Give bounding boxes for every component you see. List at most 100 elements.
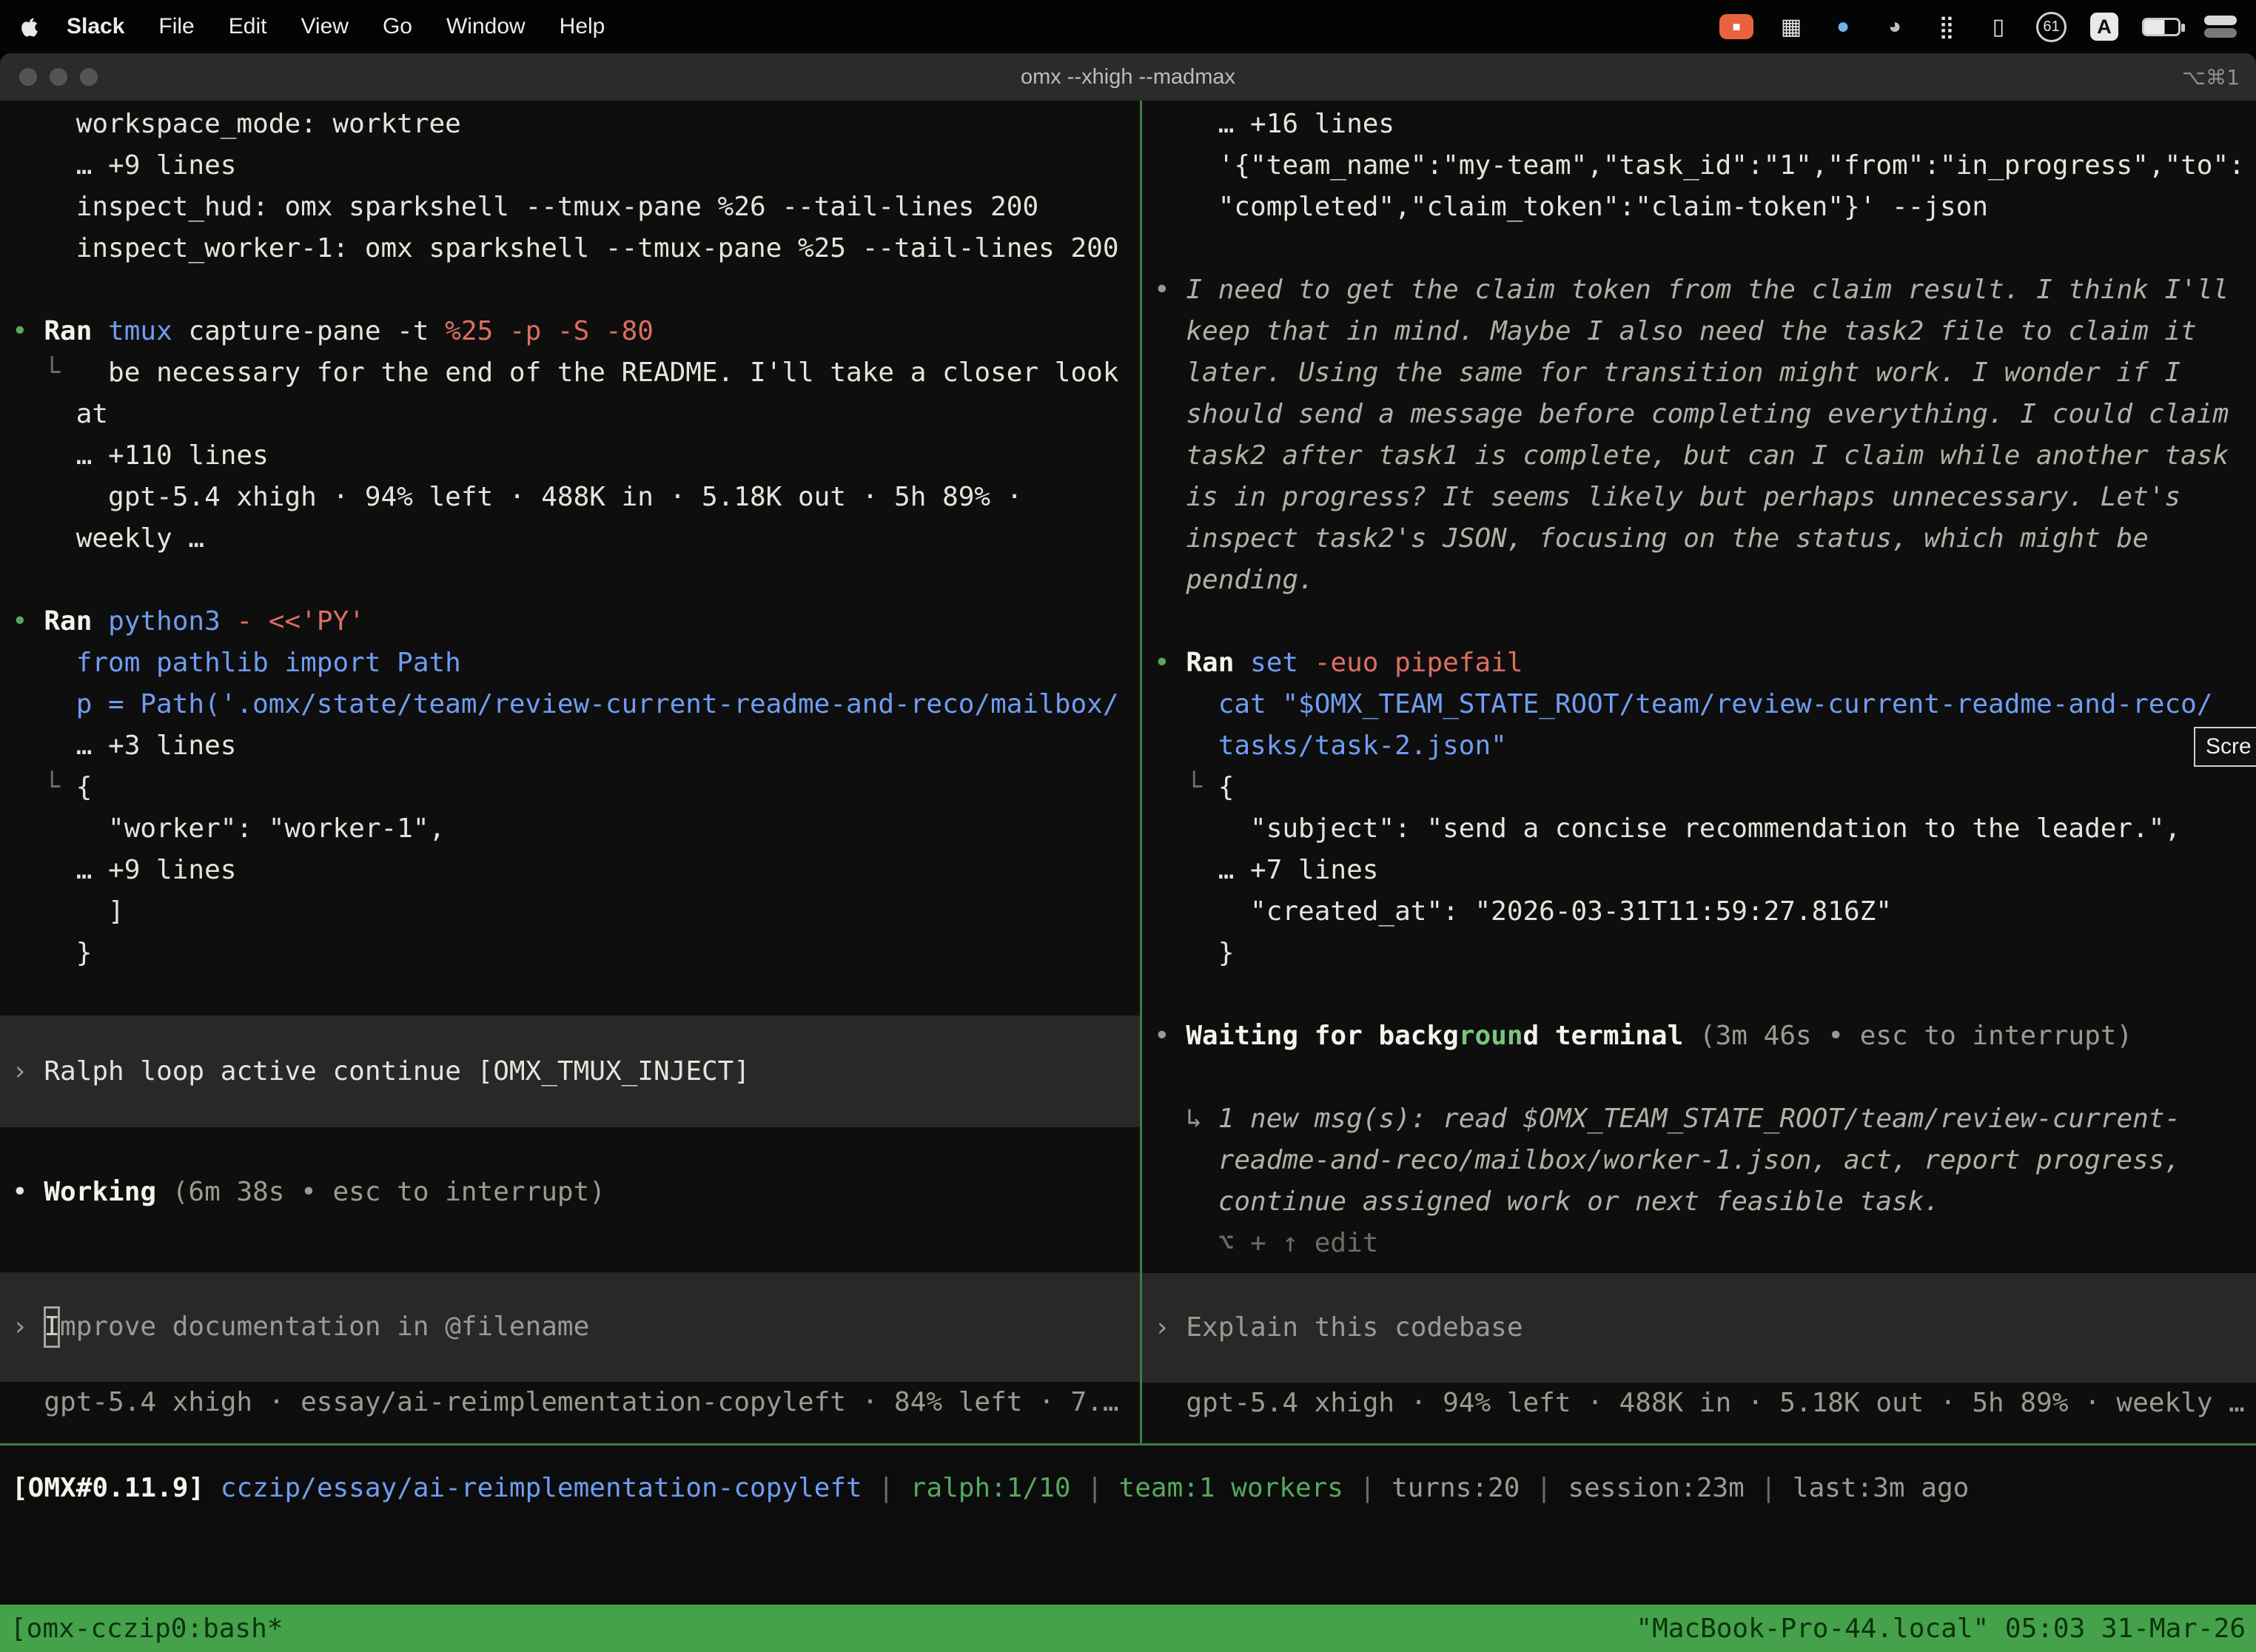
spacer <box>1142 1264 2256 1273</box>
tmux-session-window[interactable]: [omx-cczip0:bash* <box>10 1614 283 1644</box>
app-menu-title[interactable]: Slack <box>67 14 124 39</box>
window-shortcut-hint: ⌥⌘1 <box>2182 65 2240 90</box>
terminal-line: ↳ 1 new msg(s): read $OMX_TEAM_STATE_ROO… <box>1142 1098 2256 1140</box>
terminal-line: task2 after task1 is complete, but can I… <box>1142 435 2256 477</box>
terminal-line: └ { <box>0 767 1140 808</box>
terminal-line: • Working (6m 38s • esc to interrupt) <box>0 1172 1140 1213</box>
zoom-button[interactable] <box>80 68 98 86</box>
terminal-line <box>0 269 1140 311</box>
menu-bar: Slack File Edit View Go Window Help ■ ▦ ● ◕ ⣿ ▯ 61 A <box>0 0 2256 53</box>
screen-tooltip: Scre <box>2194 727 2256 767</box>
terminal-line: ⌥ + ↑ edit <box>1142 1223 2256 1264</box>
terminal-line <box>1142 601 2256 642</box>
terminal-line <box>1142 228 2256 269</box>
terminal-line: … +9 lines <box>0 850 1140 891</box>
traffic-lights <box>19 53 98 101</box>
terminal-line: p = Path('.omx/state/team/review-current… <box>0 684 1140 725</box>
terminal-line: is in progress? It seems likely but perh… <box>1142 477 2256 518</box>
terminal-line: continue assigned work or next feasible … <box>1142 1181 2256 1223</box>
terminal-line: keep that in mind. Maybe I also need the… <box>1142 311 2256 352</box>
terminal-line: › Ralph loop active continue [OMX_TMUX_I… <box>0 1051 1140 1092</box>
terminal-line: pending. <box>1142 560 2256 601</box>
menu-window[interactable]: Window <box>446 14 526 39</box>
display-icon[interactable]: ▯ <box>1984 12 2012 41</box>
battery-icon[interactable] <box>2142 18 2181 36</box>
terminal-line: … +9 lines <box>0 145 1140 187</box>
terminal-line <box>0 560 1140 601</box>
minimize-button[interactable] <box>50 68 67 86</box>
terminal-line: "subject": "send a concise recommendatio… <box>1142 808 2256 850</box>
terminal-line: weekly … <box>0 518 1140 560</box>
terminal-line: └ be necessary for the end of the README… <box>0 352 1140 394</box>
prompt-suggestion[interactable]: › Explain this codebase <box>1142 1273 2256 1383</box>
terminal-line: at <box>0 394 1140 435</box>
menu-view[interactable]: View <box>301 14 348 39</box>
terminal-line: ] <box>0 891 1140 933</box>
terminal-line: from pathlib import Path <box>0 642 1140 684</box>
terminal-line <box>1142 1057 2256 1098</box>
terminal-line: "created_at": "2026-03-31T11:59:27.816Z" <box>1142 891 2256 933</box>
menu-file[interactable]: File <box>158 14 194 39</box>
terminal-line <box>0 974 1140 1015</box>
queued-message-band[interactable]: › Ralph loop active continue [OMX_TMUX_I… <box>0 1015 1140 1127</box>
menu-status-icons: ■ ▦ ● ◕ ⣿ ▯ 61 A <box>1719 12 2237 42</box>
right-pane: … +16 lines'{"team_name":"my-team","task… <box>1142 104 2256 1443</box>
screen-recording-stop-icon[interactable]: ■ <box>1719 14 1753 39</box>
circle-app-icon[interactable]: ◕ <box>1881 12 1909 41</box>
terminal-line: inspect_hud: omx sparkshell --tmux-pane … <box>0 187 1140 228</box>
terminal-line: • Waiting for background terminal (3m 46… <box>1142 1015 2256 1057</box>
terminal-line: "worker": "worker-1", <box>0 808 1140 850</box>
terminal-content: workspace_mode: worktree… +9 linesinspec… <box>0 101 2256 1443</box>
tmux-host-clock: "MacBook-Pro-44.local" 05:03 31-Mar-26 <box>1636 1614 2246 1644</box>
terminal-line: inspect task2's JSON, focusing on the st… <box>1142 518 2256 560</box>
close-button[interactable] <box>19 68 37 86</box>
terminal-line: } <box>1142 933 2256 974</box>
terminal-line: gpt-5.4 xhigh · 94% left · 488K in · 5.1… <box>0 477 1140 518</box>
terminal-line: '{"team_name":"my-team","task_id":"1","f… <box>1142 145 2256 187</box>
terminal-line: workspace_mode: worktree <box>0 104 1140 145</box>
terminal-line: } <box>0 933 1140 974</box>
battery-percent-badge[interactable]: 61 <box>2036 12 2067 42</box>
menu-go[interactable]: Go <box>383 14 412 39</box>
terminal-line: gpt-5.4 xhigh · essay/ai-reimplementatio… <box>0 1382 1140 1423</box>
terminal-line: "completed","claim_token":"claim-token"}… <box>1142 187 2256 228</box>
terminal-line: cat "$OMX_TEAM_STATE_ROOT/team/review-cu… <box>1142 684 2256 725</box>
terminal-line: › Improve documentation in @filename <box>0 1306 1140 1348</box>
terminal-line: … +3 lines <box>0 725 1140 767</box>
terminal-window: omx --xhigh --madmax ⌥⌘1 workspace_mode:… <box>0 53 2256 1652</box>
terminal-line: later. Using the same for transition mig… <box>1142 352 2256 394</box>
input-source-icon[interactable]: A <box>2090 13 2118 41</box>
terminal-line: should send a message before completing … <box>1142 394 2256 435</box>
grid-icon[interactable]: ▦ <box>1777 12 1805 41</box>
terminal-line: … +110 lines <box>0 435 1140 477</box>
control-center-icon[interactable] <box>2204 16 2237 38</box>
terminal-line: … +7 lines <box>1142 850 2256 891</box>
window-title: omx --xhigh --madmax <box>1021 65 1235 90</box>
terminal-line <box>1142 974 2256 1015</box>
omx-status-line: [OMX#0.11.9] cczip/essay/ai-reimplementa… <box>0 1446 2256 1509</box>
tmux-status-bar: [omx-cczip0:bash* "MacBook-Pro-44.local"… <box>0 1605 2256 1652</box>
left-pane: workspace_mode: worktree… +9 linesinspec… <box>0 104 1140 1443</box>
spacer <box>0 1213 1140 1272</box>
terminal-line: inspect_worker-1: omx sparkshell --tmux-… <box>0 228 1140 269</box>
window-title-bar[interactable]: omx --xhigh --madmax ⌥⌘1 <box>0 53 2256 101</box>
terminal-line: gpt-5.4 xhigh · 94% left · 488K in · 5.1… <box>1142 1383 2256 1424</box>
apple-menu-icon[interactable] <box>19 15 38 38</box>
terminal-line: • Ran set -euo pipefail <box>1142 642 2256 684</box>
terminal-line: readme-and-reco/mailbox/worker-1.json, a… <box>1142 1140 2256 1181</box>
terminal-line: • I need to get the claim token from the… <box>1142 269 2256 311</box>
bottom-section: [OMX#0.11.9] cczip/essay/ai-reimplementa… <box>0 1446 2256 1652</box>
terminal-line: • Ran python3 - <<'PY' <box>0 601 1140 642</box>
menu-edit[interactable]: Edit <box>229 14 267 39</box>
terminal-line: └ { <box>1142 767 2256 808</box>
spacer <box>0 1127 1140 1172</box>
terminal-line: • Ran tmux capture-pane -t %25 -p -S -80 <box>0 311 1140 352</box>
terminal-line: tasks/task-2.json" <box>1142 725 2256 767</box>
terminal-line: › Explain this codebase <box>1142 1307 2256 1349</box>
droplet-icon[interactable]: ● <box>1829 12 1857 41</box>
terminal-line: … +16 lines <box>1142 104 2256 145</box>
menu-items: File Edit View Go Window Help <box>158 14 605 39</box>
composer-input[interactable]: › Improve documentation in @filename <box>0 1272 1140 1382</box>
dots-grid-icon[interactable]: ⣿ <box>1933 12 1961 41</box>
menu-help[interactable]: Help <box>560 14 605 39</box>
